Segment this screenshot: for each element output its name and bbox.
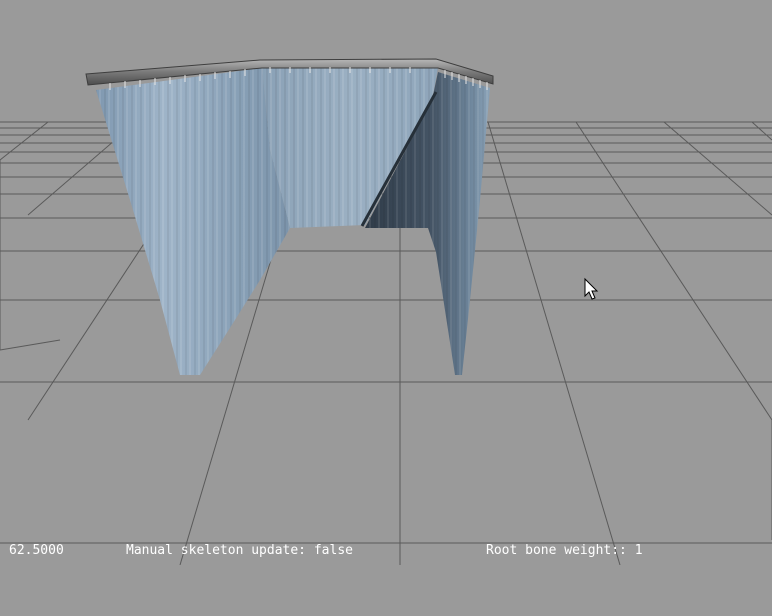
status-bar: 62.5000 Manual skeleton update: false Ro… [0, 541, 772, 565]
mouse-pointer-icon [584, 277, 599, 300]
root-bone-weight-status: Root bone weight:: 1 [486, 543, 643, 558]
scene-render [0, 58, 772, 565]
3d-viewport[interactable]: 62.5000 Manual skeleton update: false Ro… [0, 0, 772, 565]
manual-skeleton-update-status: Manual skeleton update: false [126, 543, 353, 558]
fps-readout: 62.5000 [9, 543, 64, 558]
curtain-left-panel [96, 68, 290, 375]
